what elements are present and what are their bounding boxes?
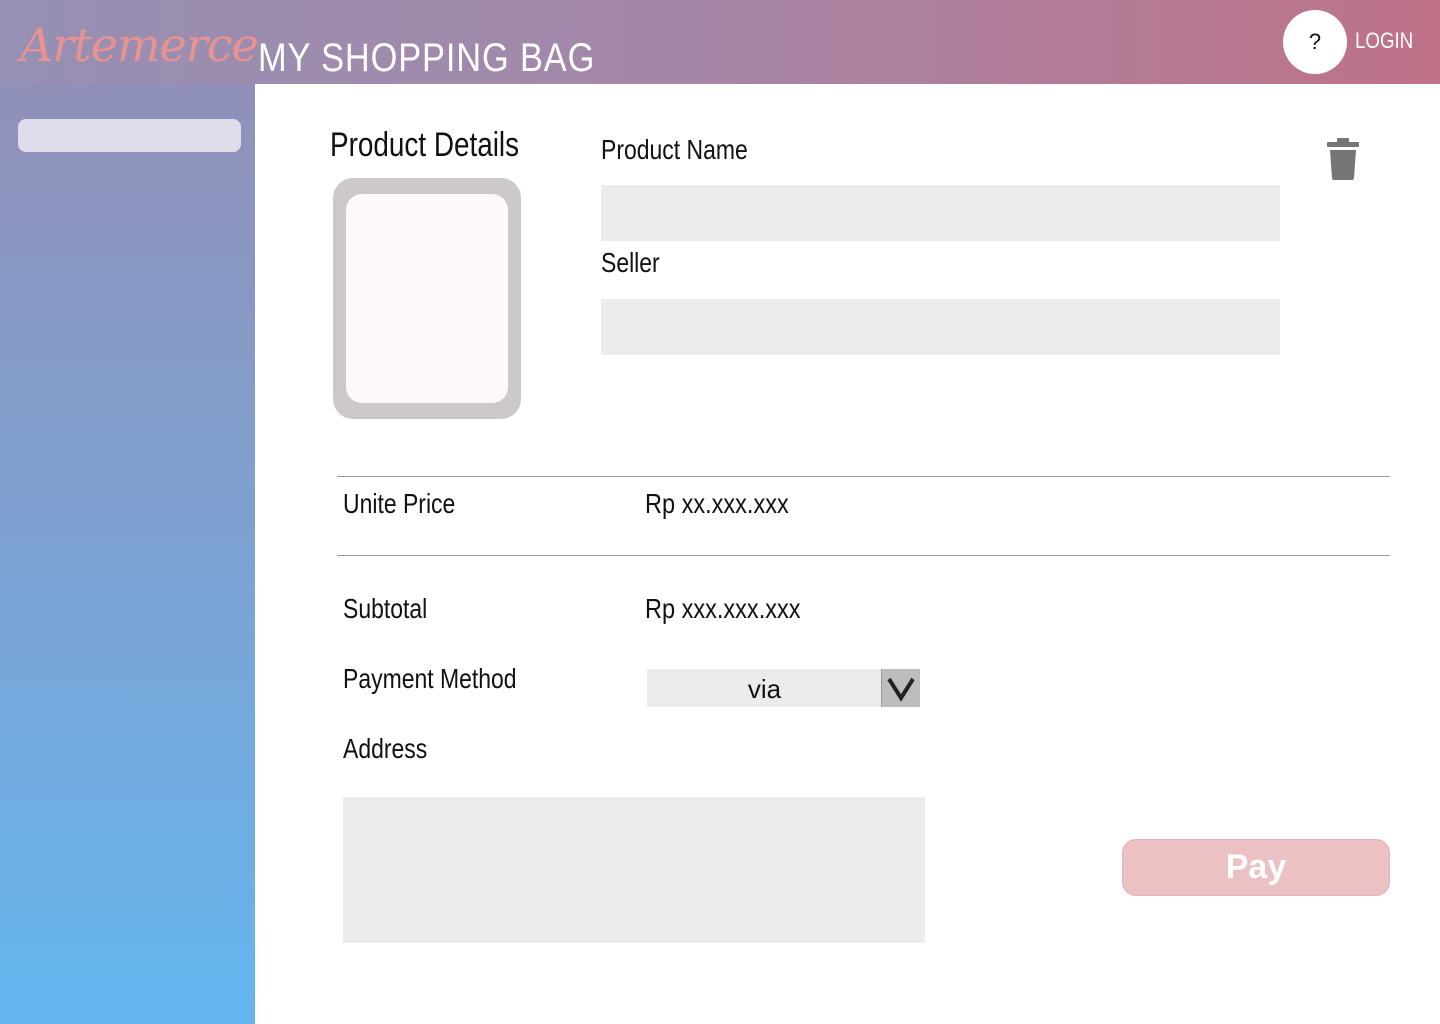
- seller-field[interactable]: [601, 299, 1280, 355]
- unit-price-value: Rp xx.xxx.xxx: [645, 488, 789, 519]
- subtotal-label: Subtotal: [343, 593, 428, 624]
- brand-logo[interactable]: Artemerce: [20, 18, 259, 72]
- trash-icon[interactable]: [1326, 138, 1360, 180]
- payment-method-label: Payment Method: [343, 663, 517, 694]
- product-name-field[interactable]: [601, 185, 1280, 241]
- help-button[interactable]: ?: [1283, 10, 1347, 74]
- page-title: MY SHOPPING BAG: [258, 36, 596, 80]
- payment-method-value: via: [747, 674, 782, 704]
- pay-button[interactable]: Pay: [1122, 839, 1390, 896]
- address-field[interactable]: [343, 797, 925, 943]
- sidebar-search-input[interactable]: [18, 119, 241, 152]
- top-header: Artemerce MY SHOPPING BAG ? LOGIN: [0, 0, 1440, 84]
- divider: [337, 476, 1390, 477]
- address-label: Address: [343, 733, 428, 764]
- unit-price-label: Unite Price: [343, 488, 456, 519]
- product-details-heading: Product Details: [330, 126, 520, 164]
- product-image-placeholder: [346, 194, 508, 403]
- seller-label: Seller: [601, 247, 660, 278]
- payment-method-select[interactable]: via: [647, 669, 920, 707]
- product-name-label: Product Name: [601, 134, 748, 165]
- product-image-frame: [333, 178, 521, 419]
- login-link[interactable]: LOGIN: [1355, 28, 1413, 54]
- subtotal-value: Rp xxx.xxx.xxx: [645, 593, 801, 624]
- divider: [337, 555, 1390, 556]
- chevron-down-icon[interactable]: [881, 669, 920, 707]
- sidebar: [0, 84, 255, 1024]
